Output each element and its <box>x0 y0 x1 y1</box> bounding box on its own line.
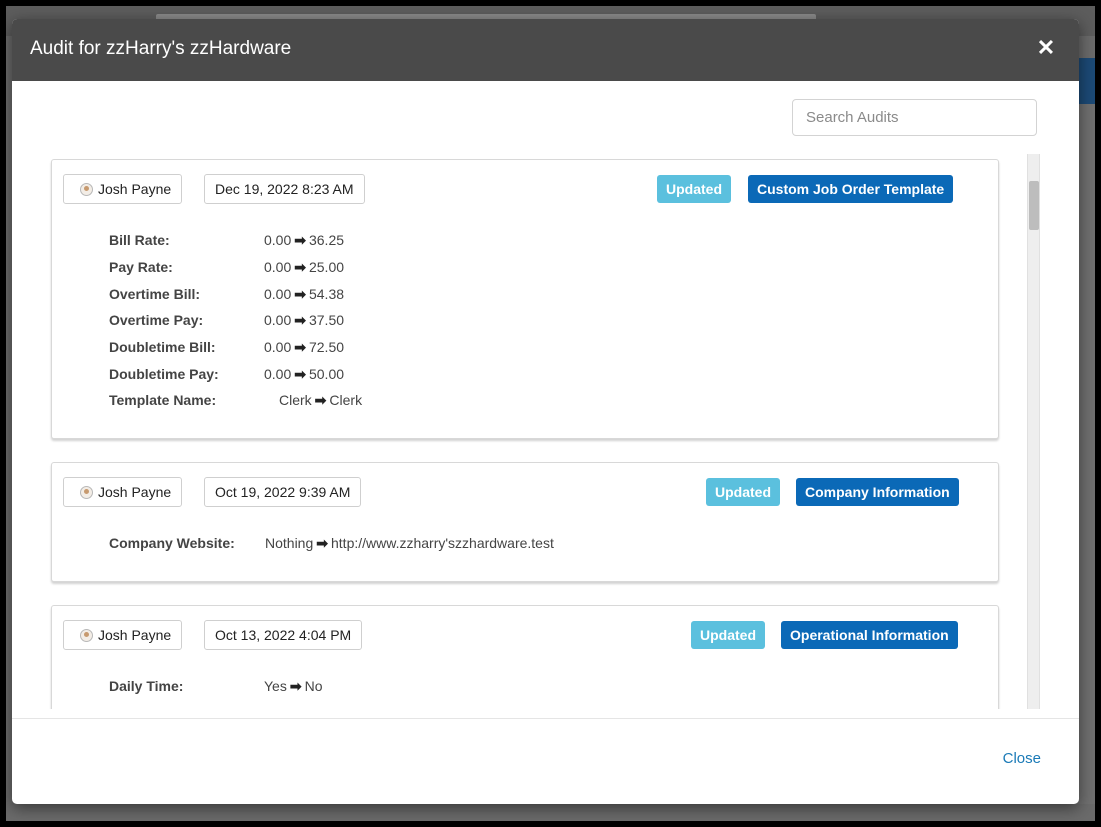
arrow-right-icon: ➡ <box>294 339 306 355</box>
change-value: 0.00 ➡ 37.50 <box>264 312 345 328</box>
change-row: Overtime Bill: 0.00 ➡ 54.38 <box>109 286 344 302</box>
change-value: 0.00 ➡ 54.38 <box>264 286 345 302</box>
audit-card: Josh Payne Oct 13, 2022 4:04 PM Updated … <box>51 605 999 709</box>
audit-card: Josh Payne Dec 19, 2022 8:23 AM Updated … <box>51 159 999 439</box>
section-badge: Company Information <box>796 478 959 506</box>
footer-divider <box>12 718 1079 719</box>
status-badge: Updated <box>657 175 731 203</box>
arrow-right-icon: ➡ <box>294 232 306 248</box>
change-value: 0.00 ➡ 50.00 <box>264 366 345 382</box>
user-chip: Josh Payne <box>63 174 183 204</box>
change-row: Company Website: Nothing ➡ http://www.zzha… <box>109 535 554 551</box>
date-chip: Oct 13, 2022 4:04 PM <box>204 620 363 650</box>
change-label: Overtime Pay: <box>109 312 204 328</box>
change-row: Doubletime Pay: 0.00 ➡ 50.00 <box>109 366 344 382</box>
audit-list: Josh Payne Dec 19, 2022 8:23 AM Updated … <box>12 154 1079 709</box>
change-row: Template Name: Clerk ➡ Clerk <box>109 392 362 408</box>
change-value: 0.00 ➡ 72.50 <box>264 339 345 355</box>
change-value: 0.00 ➡ 25.00 <box>264 259 345 275</box>
arrow-right-icon: ➡ <box>294 286 306 302</box>
arrow-right-icon: ➡ <box>289 678 302 694</box>
status-badge: Updated <box>706 478 780 506</box>
user-icon <box>80 629 93 642</box>
change-value: 0.00 ➡ 36.25 <box>264 232 345 248</box>
user-chip: Josh Payne <box>63 477 183 507</box>
modal-title: Audit for zzHarry's zzHardware <box>30 38 292 59</box>
section-badge: Operational Information <box>781 621 958 649</box>
date-chip: Oct 19, 2022 9:39 AM <box>204 477 362 507</box>
user-icon <box>80 486 93 499</box>
modal-header: Audit for zzHarry's zzHardware ✕ <box>12 19 1079 81</box>
change-row: Overtime Pay: 0.00 ➡ 37.50 <box>109 312 344 328</box>
status-badge: Updated <box>691 621 765 649</box>
scrollbar-thumb[interactable] <box>1029 181 1039 230</box>
user-chip: Josh Payne <box>63 620 183 650</box>
arrow-right-icon: ➡ <box>294 312 306 328</box>
arrow-right-icon: ➡ <box>314 392 327 408</box>
user-name: Josh Payne <box>98 484 172 500</box>
arrow-right-icon: ➡ <box>316 535 328 551</box>
change-row: Pay Rate: 0.00 ➡ 25.00 <box>109 259 344 275</box>
section-badge: Custom Job Order Template <box>748 175 954 203</box>
change-value: Clerk ➡ Clerk <box>279 392 363 408</box>
audit-card: Josh Payne Oct 19, 2022 9:39 AM Updated … <box>51 462 999 582</box>
arrow-right-icon: ➡ <box>294 259 306 275</box>
change-label: Overtime Bill: <box>109 286 201 302</box>
change-label: Template Name: <box>109 392 217 408</box>
change-value: Nothing ➡ http://www.zzharry'szzhardware.t… <box>265 535 554 551</box>
change-label: Company Website: <box>109 535 235 551</box>
audit-modal: Audit for zzHarry's zzHardware ✕ Josh Pa… <box>12 19 1079 804</box>
change-label: Pay Rate: <box>109 259 173 275</box>
change-value: Yes ➡ No <box>264 678 323 694</box>
user-name: Josh Payne <box>98 181 172 197</box>
change-row: Daily Time: Yes ➡ No <box>109 678 322 694</box>
change-label: Bill Rate: <box>109 232 170 248</box>
search-audits-input[interactable] <box>792 99 1037 136</box>
arrow-right-icon: ➡ <box>294 366 306 382</box>
change-label: Doubletime Pay: <box>109 366 219 382</box>
change-label: Daily Time: <box>109 678 184 694</box>
change-row: Doubletime Bill: 0.00 ➡ 72.50 <box>109 339 344 355</box>
close-icon[interactable]: ✕ <box>1035 36 1057 60</box>
date-chip: Dec 19, 2022 8:23 AM <box>204 174 365 204</box>
change-row: Bill Rate: 0.00 ➡ 36.25 <box>109 232 344 248</box>
user-icon <box>80 183 93 196</box>
close-button[interactable]: Close <box>1003 750 1041 767</box>
audit-list-scrollbar[interactable] <box>1027 154 1040 709</box>
change-label: Doubletime Bill: <box>109 339 216 355</box>
user-name: Josh Payne <box>98 627 172 643</box>
